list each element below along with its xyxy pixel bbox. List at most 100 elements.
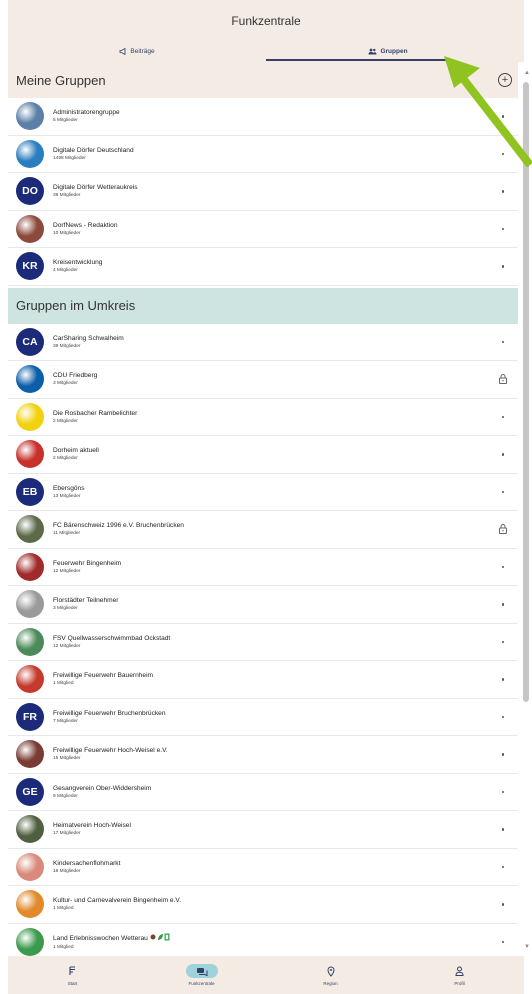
group-avatar-image — [16, 740, 44, 769]
group-row-digitale-dorfer-wetteraukreis[interactable]: DO Digitale Dörfer Wetteraukreis 38 Mitgli… — [8, 173, 518, 211]
group-member-count: 18 Mitglieder — [53, 868, 81, 874]
more-dot-icon[interactable] — [501, 640, 504, 643]
tab-beitraege-label: Beiträge — [130, 47, 155, 55]
group-info: Freiwillige Feuerwehr Bauernheim 1 Mitgli… — [53, 672, 153, 686]
more-dot-icon[interactable] — [501, 565, 504, 568]
umkreis-gruppen-list: CA CarSharing Schwalheim 39 Mitglieder CDU … — [8, 323, 518, 956]
nav-start[interactable]: Start — [8, 956, 137, 994]
nav-funkzentrale[interactable]: Funkzentrale — [137, 956, 266, 994]
group-row-dorfnews-redaktion[interactable]: DorfNews - Redaktion 10 Mitglieder — [8, 210, 518, 248]
person-icon — [455, 964, 464, 978]
group-row-florstadter-teilnehmer[interactable]: Florstädter Teilnehmer 3 Mitglieder — [8, 586, 518, 624]
group-info: Gesangverein Ober-Widdersheim 9 Mitgliede… — [53, 785, 151, 799]
group-info: Dorheim aktuell 2 Mitglieder — [53, 447, 99, 461]
group-avatar-image — [16, 627, 44, 656]
page-title: Funkzentrale — [231, 14, 301, 28]
group-info: Heimatverein Hoch-Weisel 17 Mitglieder — [53, 822, 131, 836]
group-row-carsharing-schwalheim[interactable]: CA CarSharing Schwalheim 39 Mitglieder — [8, 323, 518, 361]
group-row-die-rosbacher-rambelichter[interactable]: Die Rosbacher Rambelichter 2 Mitglieder — [8, 398, 518, 436]
group-name-text: Ebersgöns — [53, 484, 85, 492]
section-title: Gruppen im Umkreis — [16, 298, 136, 313]
more-dot-icon[interactable] — [501, 753, 504, 756]
group-name-text: Dorheim aktuell — [53, 447, 99, 455]
more-dot-icon[interactable] — [501, 490, 504, 493]
group-row-ebersgons[interactable]: EB Ebersgöns 13 Mitglieder — [8, 473, 518, 511]
group-row-heimatverein-hoch-weisel[interactable]: Heimatverein Hoch-Weisel 17 Mitglieder — [8, 811, 518, 849]
group-name-text: CarSharing Schwalheim — [53, 334, 124, 342]
group-info: CarSharing Schwalheim 39 Mitglieder — [53, 335, 124, 349]
location-pin-icon — [326, 964, 335, 978]
group-name-text: Administratorengruppe — [53, 109, 120, 117]
group-row-freiwillige-feuerwehr-hoch-weisel-e-v[interactable]: Freiwillige Feuerwehr Hoch-Weisel e.V. 15… — [8, 736, 518, 774]
group-info: Die Rosbacher Rambelichter 2 Mitglieder — [53, 410, 137, 424]
group-member-count: 12 Mitglieder — [53, 643, 81, 649]
group-name: Land Erlebnisswochen Wetterau — [53, 933, 170, 943]
group-name: Freiwillige Feuerwehr Bruchenbrücken — [53, 710, 166, 717]
nav-profil[interactable]: Profil — [395, 956, 524, 994]
more-dot-icon[interactable] — [501, 715, 504, 718]
nav-label: Profil — [454, 981, 465, 986]
more-dot-icon[interactable] — [501, 415, 504, 418]
group-name-text: DorfNews - Redaktion — [53, 221, 118, 229]
group-info: DorfNews - Redaktion 10 Mitglieder — [53, 222, 118, 236]
group-row-feuerwehr-bingenheim[interactable]: Feuerwehr Bingenheim 12 Mitglieder — [8, 548, 518, 586]
more-dot-icon[interactable] — [501, 865, 504, 868]
group-member-count: 2 Mitglieder — [53, 456, 78, 462]
group-row-fc-barenschweiz-1996-e-v-bruchenbrucken[interactable]: FC Bärenschweiz 1996 e.V. Bruchenbrücken… — [8, 511, 518, 549]
more-dot-icon[interactable] — [501, 603, 504, 606]
group-row-cdu-friedberg[interactable]: CDU Friedberg 3 Mitglieder — [8, 361, 518, 399]
group-list-container[interactable]: Meine Gruppen + Administratorengruppe 5 M… — [8, 62, 518, 956]
more-dot-icon[interactable] — [501, 190, 504, 193]
more-dot-icon[interactable] — [501, 828, 504, 831]
group-member-count: 1498 Mitglieder — [53, 155, 86, 161]
lock-icon — [499, 524, 507, 534]
group-avatar-initials: GE — [16, 777, 44, 806]
group-avatar-image — [16, 552, 44, 581]
group-name-text: Heimatverein Hoch-Weisel — [53, 822, 131, 830]
group-name-text: CDU Friedberg — [53, 372, 98, 380]
group-row-dorheim-aktuell[interactable]: Dorheim aktuell 2 Mitglieder — [8, 436, 518, 474]
group-row-kultur-und-carnevalverein-bingenheim-e-v[interactable]: Kultur- und Carnevalverein Bingenheim e.… — [8, 886, 518, 924]
group-row-kreisentwicklung[interactable]: KR Kreisentwicklung 4 Mitglieder — [8, 248, 518, 286]
group-member-count: 39 Mitglieder — [53, 343, 81, 349]
group-avatar-image — [16, 402, 44, 431]
group-row-freiwillige-feuerwehr-bauernheim[interactable]: Freiwillige Feuerwehr Bauernheim 1 Mitgli… — [8, 661, 518, 699]
group-avatar-image — [16, 440, 44, 469]
group-avatar-initials: KR — [16, 252, 44, 281]
group-avatar-image — [16, 852, 44, 881]
nav-region[interactable]: Region — [266, 956, 395, 994]
more-dot-icon[interactable] — [501, 790, 504, 793]
group-name: Feuerwehr Bingenheim — [53, 560, 121, 567]
scroll-down-arrow-icon[interactable]: ▼ — [524, 944, 530, 950]
more-dot-icon[interactable] — [501, 453, 504, 456]
group-row-kindersachenflohmarkt[interactable]: Kindersachenflohmarkt 18 Mitglieder — [8, 848, 518, 886]
group-name: Ebersgöns — [53, 485, 85, 492]
lock-icon — [499, 374, 507, 384]
group-row-gesangverein-ober-widdersheim[interactable]: GE Gesangverein Ober-Widdersheim 9 Mitglie… — [8, 773, 518, 811]
group-member-count: 1 Mitglied — [53, 945, 74, 951]
more-dot-icon[interactable] — [501, 940, 504, 943]
group-name: FC Bärenschweiz 1996 e.V. Bruchenbrücken — [53, 522, 184, 529]
group-row-fsv-quellwasserschwimmbad-ockstadt[interactable]: FSV Quellwasserschwimmbad Ockstadt 12 Mit… — [8, 623, 518, 661]
group-row-freiwillige-feuerwehr-bruchenbrucken[interactable]: FR Freiwillige Feuerwehr Bruchenbrücken 7 … — [8, 698, 518, 736]
group-name: Die Rosbacher Rambelichter — [53, 410, 137, 417]
emoji-icons — [150, 933, 170, 943]
group-info: Freiwillige Feuerwehr Bruchenbrücken 7 Mi… — [53, 710, 166, 724]
group-name: Florstädter Teilnehmer — [53, 597, 118, 604]
group-row-land-erlebnisswochen-wetterau[interactable]: Land Erlebnisswochen Wetterau 1 Mitglied — [8, 923, 518, 956]
group-name-text: Freiwillige Feuerwehr Bruchenbrücken — [53, 709, 166, 717]
more-dot-icon[interactable] — [501, 227, 504, 230]
more-dot-icon[interactable] — [501, 903, 504, 906]
group-name-text: Florstädter Teilnehmer — [53, 597, 119, 605]
more-dot-icon[interactable] — [501, 340, 504, 343]
scrollbar[interactable]: ▲ ▼ — [523, 70, 530, 950]
group-name-text: Feuerwehr Bingenheim — [53, 559, 122, 567]
more-dot-icon[interactable] — [501, 265, 504, 268]
tab-beitraege[interactable]: Beiträge — [8, 40, 266, 62]
group-avatar-image — [16, 365, 44, 394]
more-dot-icon[interactable] — [501, 678, 504, 681]
group-member-count: 2 Mitglieder — [53, 418, 78, 424]
group-member-count: 4 Mitglieder — [53, 268, 78, 274]
scrollbar-thumb[interactable] — [523, 82, 529, 702]
group-member-count: 1 Mitglied — [53, 681, 74, 687]
